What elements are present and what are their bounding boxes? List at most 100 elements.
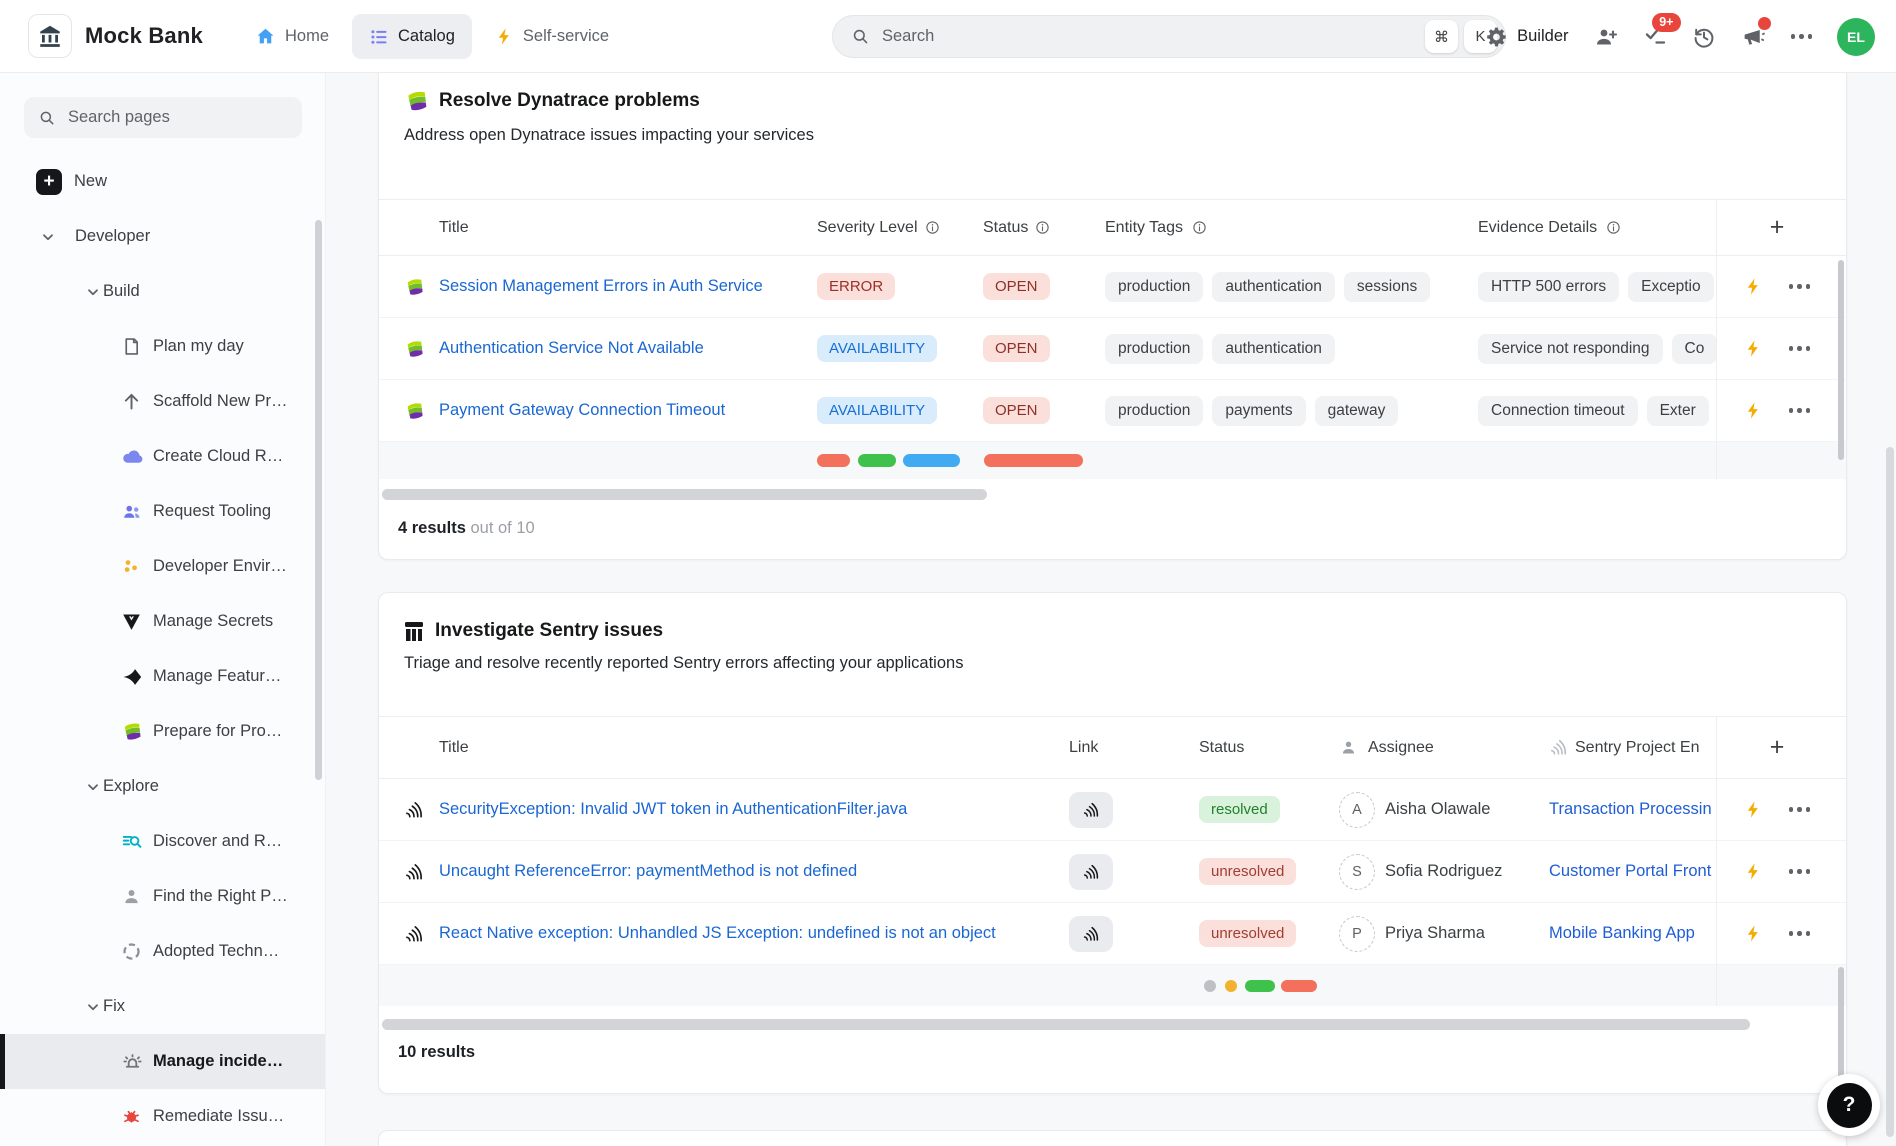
sidebar-group-fix[interactable]: Fix bbox=[0, 979, 325, 1034]
row-menu-icon[interactable] bbox=[1789, 869, 1811, 874]
row-title-link[interactable]: React Native exception: Unhandled JS Exc… bbox=[439, 924, 996, 942]
evidence-tag: Connection timeout bbox=[1478, 396, 1638, 426]
page-scrollbar[interactable] bbox=[1886, 447, 1894, 1137]
sentry-project-link[interactable]: Transaction Processin bbox=[1549, 800, 1712, 818]
cloud-icon bbox=[121, 445, 144, 468]
run-action-icon[interactable] bbox=[1744, 276, 1763, 297]
row-menu-icon[interactable] bbox=[1789, 284, 1811, 289]
sidebar-item-create-cloud[interactable]: Create Cloud R… bbox=[0, 429, 325, 484]
row-menu-icon[interactable] bbox=[1789, 408, 1811, 413]
col-title[interactable]: Title bbox=[439, 219, 469, 237]
sidebar-item-scaffold[interactable]: Scaffold New Pr… bbox=[0, 374, 325, 429]
run-action-icon[interactable] bbox=[1744, 861, 1763, 882]
arrow-up-icon bbox=[121, 391, 142, 412]
builder-button[interactable]: Builder bbox=[1486, 26, 1568, 48]
builder-label: Builder bbox=[1517, 27, 1568, 46]
announcements-button[interactable] bbox=[1741, 24, 1766, 49]
add-column-button[interactable]: + bbox=[1717, 717, 1837, 779]
sidebar-group-explore[interactable]: Explore bbox=[0, 759, 325, 814]
main-content: Resolve Dynatrace problems Address open … bbox=[326, 73, 1896, 1146]
history-button[interactable] bbox=[1692, 25, 1716, 49]
sentry-link-button[interactable] bbox=[1069, 792, 1113, 828]
sidebar-item-discover[interactable]: Discover and R… bbox=[0, 814, 325, 869]
sidebar-scrollbar[interactable] bbox=[315, 220, 322, 780]
sidebar-item-label: Prepare for Pro… bbox=[153, 722, 282, 741]
sidebar-item-adopted-tech[interactable]: Adopted Techn… bbox=[0, 924, 325, 979]
col-evidence[interactable]: Evidence Details bbox=[1478, 219, 1597, 237]
col-entity-tags[interactable]: Entity Tags bbox=[1105, 219, 1183, 237]
tab-home[interactable]: Home bbox=[238, 14, 346, 59]
sidebar-item-developer-env[interactable]: Developer Envir… bbox=[0, 539, 325, 594]
sidebar-item-manage-features[interactable]: Manage Featur… bbox=[0, 649, 325, 704]
sidebar-search[interactable] bbox=[24, 97, 302, 138]
row-menu-icon[interactable] bbox=[1789, 346, 1811, 351]
col-assignee[interactable]: Assignee bbox=[1368, 739, 1434, 757]
sidebar-item-manage-secrets[interactable]: Manage Secrets bbox=[0, 594, 325, 649]
info-icon[interactable] bbox=[1192, 220, 1207, 235]
sidebar-item-plan-my-day[interactable]: Plan my day bbox=[0, 319, 325, 374]
search-input[interactable] bbox=[882, 27, 1413, 46]
dots-triangle-icon bbox=[121, 556, 142, 577]
run-action-icon[interactable] bbox=[1744, 400, 1763, 421]
info-icon[interactable] bbox=[1606, 220, 1621, 235]
dynatrace-icon bbox=[121, 721, 142, 742]
table-horizontal-scrollbar[interactable] bbox=[382, 1019, 1750, 1030]
sidebar-item-label: Plan my day bbox=[153, 337, 244, 356]
history-icon bbox=[1692, 25, 1716, 49]
dynatrace-icon bbox=[404, 277, 439, 297]
run-action-icon[interactable] bbox=[1744, 799, 1763, 820]
app-title: Mock Bank bbox=[85, 23, 203, 49]
row-menu-icon[interactable] bbox=[1789, 931, 1811, 936]
dynatrace-icon bbox=[404, 401, 439, 421]
sidebar-item-request-tooling[interactable]: Request Tooling bbox=[0, 484, 325, 539]
sidebar-item-new[interactable]: + New bbox=[0, 154, 325, 209]
row-title-link[interactable]: Uncaught ReferenceError: paymentMethod i… bbox=[439, 862, 857, 880]
sentry-project-link[interactable]: Customer Portal Front bbox=[1549, 862, 1711, 880]
sidebar-item-manage-incidents[interactable]: Manage incide… bbox=[0, 1034, 325, 1089]
status-badge: unresolved bbox=[1199, 858, 1296, 885]
col-link[interactable]: Link bbox=[1069, 739, 1098, 757]
tab-catalog[interactable]: Catalog bbox=[352, 14, 472, 59]
help-button[interactable]: ? bbox=[1818, 1074, 1880, 1136]
info-icon[interactable] bbox=[1035, 220, 1050, 235]
sidebar-item-prepare-prod[interactable]: Prepare for Pro… bbox=[0, 704, 325, 759]
skeleton-bar bbox=[984, 454, 1083, 467]
add-column-button[interactable]: + bbox=[1717, 200, 1837, 256]
row-title-link[interactable]: Authentication Service Not Available bbox=[439, 339, 704, 357]
sentry-link-button[interactable] bbox=[1069, 916, 1113, 952]
table-row: SecurityException: Invalid JWT token in … bbox=[379, 779, 1846, 841]
row-title-link[interactable]: SecurityException: Invalid JWT token in … bbox=[439, 800, 907, 818]
tab-self-service[interactable]: Self-service bbox=[478, 14, 626, 59]
row-title-link[interactable]: Payment Gateway Connection Timeout bbox=[439, 401, 725, 419]
dashed-circle-icon bbox=[121, 941, 142, 962]
col-status[interactable]: Status bbox=[983, 219, 1028, 237]
sidebar-item-label: Scaffold New Pr… bbox=[153, 392, 288, 411]
table-horizontal-scrollbar[interactable] bbox=[382, 489, 987, 500]
more-menu-button[interactable] bbox=[1791, 34, 1813, 39]
row-menu-icon[interactable] bbox=[1789, 807, 1811, 812]
table-widget-icon bbox=[404, 621, 424, 641]
sidebar-group-developer[interactable]: Developer bbox=[0, 209, 325, 264]
avatar[interactable]: EL bbox=[1837, 18, 1875, 56]
actions-column: + bbox=[1716, 717, 1837, 1006]
bank-logo[interactable] bbox=[28, 14, 72, 58]
sidebar-item-remediate-issues[interactable]: Remediate Issu… bbox=[0, 1089, 325, 1144]
col-sentry-project[interactable]: Sentry Project En bbox=[1575, 739, 1700, 757]
invite-user-button[interactable] bbox=[1594, 25, 1618, 49]
col-severity[interactable]: Severity Level bbox=[817, 219, 918, 237]
col-title[interactable]: Title bbox=[439, 739, 469, 757]
global-search[interactable]: ⌘ K bbox=[832, 15, 1506, 58]
col-status[interactable]: Status bbox=[1199, 739, 1244, 757]
sidebar-group-build[interactable]: Build bbox=[0, 264, 325, 319]
table-vertical-scrollbar[interactable] bbox=[1838, 260, 1844, 460]
sentry-link-button[interactable] bbox=[1069, 854, 1113, 890]
tasks-button[interactable]: 9+ bbox=[1643, 25, 1667, 49]
sentry-project-link[interactable]: Mobile Banking App bbox=[1549, 924, 1695, 942]
row-title-link[interactable]: Session Management Errors in Auth Servic… bbox=[439, 277, 763, 295]
sidebar-item-find-person[interactable]: Find the Right P… bbox=[0, 869, 325, 924]
run-action-icon[interactable] bbox=[1744, 338, 1763, 359]
sidebar-search-input[interactable] bbox=[68, 108, 288, 127]
info-icon[interactable] bbox=[925, 220, 940, 235]
chevron-down-icon bbox=[85, 284, 101, 300]
run-action-icon[interactable] bbox=[1744, 923, 1763, 944]
